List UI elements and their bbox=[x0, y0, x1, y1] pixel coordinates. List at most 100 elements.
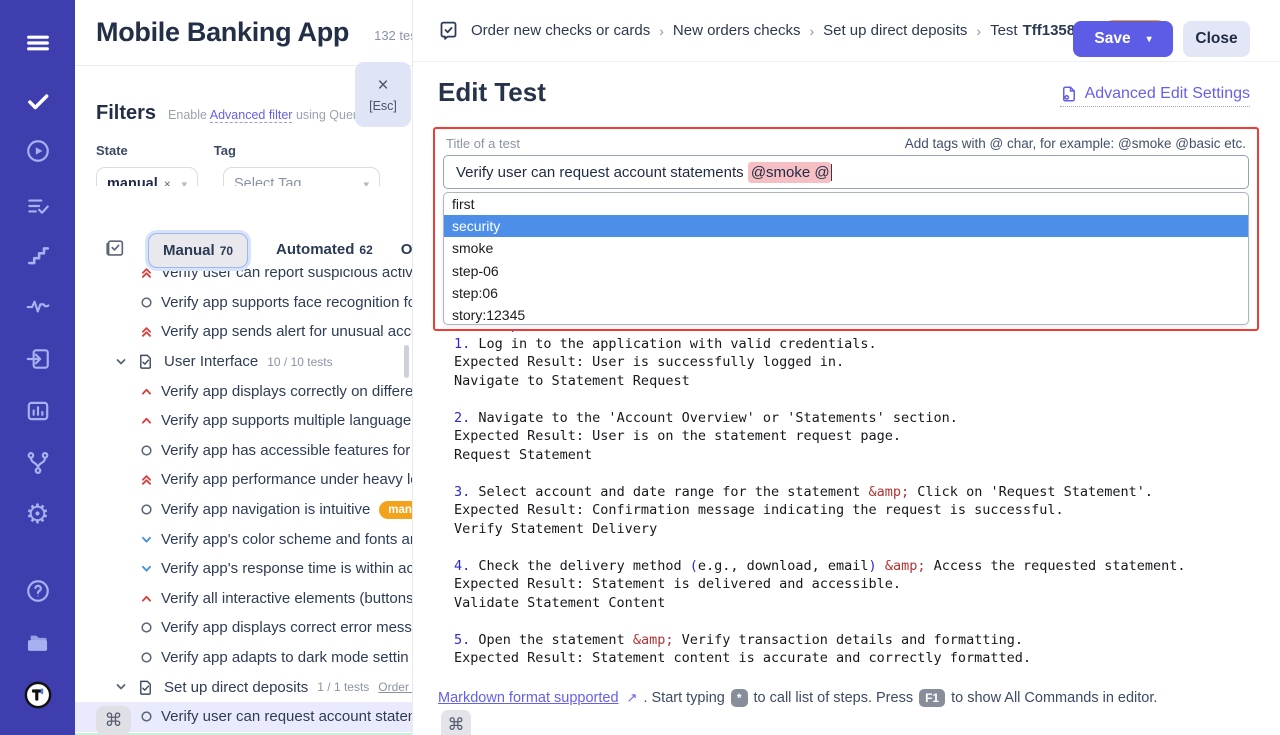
command-shortcut-badge[interactable]: ⌘ bbox=[441, 710, 471, 735]
test-row[interactable]: Verify app's response time is within ac bbox=[75, 554, 412, 584]
tabs-bar: Manual70 Automated62 Out of sync bbox=[75, 186, 412, 268]
suite-order-link[interactable]: Order ne bbox=[378, 680, 412, 694]
tab-out-of-sync[interactable]: Out of sync bbox=[401, 233, 412, 266]
project-title: Mobile Banking App bbox=[96, 17, 349, 48]
priority-critical-icon bbox=[140, 266, 153, 279]
close-drawer-tooltip: × [Esc] bbox=[355, 62, 411, 127]
priority-high-icon bbox=[140, 414, 153, 427]
editor-line: Expected Result: Confirmation message in… bbox=[454, 501, 1264, 520]
asterisk-key-badge: * bbox=[731, 689, 748, 707]
tab-manual[interactable]: Manual70 bbox=[148, 233, 248, 268]
tag-option[interactable]: security bbox=[444, 215, 1248, 237]
sign-in-icon[interactable] bbox=[24, 345, 52, 373]
report-chart-icon[interactable] bbox=[24, 397, 52, 425]
test-row[interactable]: Verify app performance under heavy lo bbox=[75, 465, 412, 495]
editor-line bbox=[454, 538, 1264, 557]
menu-icon[interactable] bbox=[24, 29, 52, 57]
filters-heading: Filters bbox=[96, 102, 156, 125]
editor-line: Verify Statement Delivery bbox=[454, 520, 1264, 539]
esc-hint: [Esc] bbox=[369, 99, 397, 113]
test-row[interactable]: Verify all interactive elements (buttons bbox=[75, 584, 412, 614]
tag-option[interactable]: story:12345 bbox=[444, 304, 1248, 325]
icon-rail: ⚙ bbox=[0, 0, 75, 735]
run-list-icon[interactable] bbox=[24, 192, 52, 220]
breadcrumb-test-label: Test bbox=[990, 22, 1018, 39]
save-dropdown-caret-icon[interactable]: ▾ bbox=[1147, 34, 1152, 45]
editor-line bbox=[454, 390, 1264, 409]
advanced-filter-link[interactable]: Advanced filter bbox=[210, 108, 293, 123]
test-row[interactable]: Verify app supports multiple language bbox=[75, 406, 412, 436]
tag-option[interactable]: step:06 bbox=[444, 282, 1248, 304]
tab-automated[interactable]: Automated62 bbox=[276, 233, 373, 266]
close-icon[interactable]: × bbox=[377, 76, 388, 95]
chevron-down-icon[interactable] bbox=[114, 680, 128, 694]
breadcrumb-separator: › bbox=[976, 23, 981, 39]
manual-badge: manual bbox=[379, 501, 412, 519]
test-row[interactable]: Verify app has accessible features for bbox=[75, 436, 412, 466]
priority-normal-icon bbox=[140, 444, 153, 457]
test-tree: Verify user can report suspicious activV… bbox=[75, 258, 412, 732]
priority-critical-icon bbox=[140, 473, 153, 486]
text-cursor bbox=[831, 164, 833, 181]
test-row[interactable]: Verify app displays correctly on differe bbox=[75, 376, 412, 406]
markdown-help-link[interactable]: Markdown format supported bbox=[438, 690, 619, 706]
folders-icon[interactable] bbox=[24, 629, 52, 657]
play-circle-icon[interactable] bbox=[24, 137, 52, 165]
tree-scrollbar[interactable] bbox=[404, 345, 409, 378]
editor-line: Expected Result: Statement is delivered … bbox=[454, 575, 1264, 594]
command-shortcut-badge[interactable]: ⌘ bbox=[96, 706, 131, 735]
gear-icon[interactable]: ⚙ bbox=[24, 500, 52, 528]
editor-line: 3. Select account and date range for the… bbox=[454, 483, 1264, 502]
breadcrumb-item[interactable]: New orders checks bbox=[673, 22, 801, 39]
editor-line: Navigate to Statement Request bbox=[454, 372, 1264, 391]
select-all-icon[interactable] bbox=[104, 238, 126, 260]
editor-line: Expected Result: User is on the statemen… bbox=[454, 427, 1264, 446]
editor-line bbox=[454, 464, 1264, 483]
priority-normal-icon bbox=[140, 651, 153, 664]
external-link-icon[interactable]: ↗ bbox=[627, 690, 638, 706]
test-row[interactable]: Verify app sends alert for unusual acco bbox=[75, 317, 412, 347]
editor-line: Expected Result: User is successfully lo… bbox=[454, 353, 1264, 372]
editor-line: Expected Result: Statement content is ac… bbox=[454, 649, 1264, 668]
test-doc-icon bbox=[438, 20, 459, 41]
test-row[interactable]: Verify app displays correct error messa bbox=[75, 613, 412, 643]
help-icon[interactable] bbox=[24, 577, 52, 605]
tag-option[interactable]: smoke bbox=[444, 237, 1248, 259]
priority-normal-icon bbox=[140, 710, 153, 723]
tag-label: Tag bbox=[214, 143, 236, 158]
steps-icon[interactable] bbox=[24, 242, 52, 270]
editor-footer: Markdown format supported ↗ . Start typi… bbox=[438, 689, 1238, 707]
priority-critical-icon bbox=[140, 325, 153, 338]
editor-line: 2. Navigate to the 'Account Overview' or… bbox=[454, 409, 1264, 428]
save-button[interactable]: Save▾ bbox=[1073, 21, 1173, 57]
tag-option[interactable]: first bbox=[444, 193, 1248, 215]
breadcrumb: Order new checks or cards › New orders che… bbox=[471, 22, 1092, 39]
pulse-icon[interactable] bbox=[24, 292, 52, 320]
suite-row[interactable]: User Interface10 / 10 tests bbox=[75, 347, 412, 377]
tests-count: 132 tests bbox=[374, 28, 412, 43]
breadcrumb-item[interactable]: Set up direct deposits bbox=[823, 22, 967, 39]
advanced-edit-settings-link[interactable]: Advanced Edit Settings bbox=[1060, 85, 1250, 107]
test-row[interactable]: Verify app adapts to dark mode settin bbox=[75, 643, 412, 673]
title-input[interactable]: Verify user can request account statemen… bbox=[443, 155, 1249, 189]
suite-counts: 1 / 1 tests bbox=[317, 680, 369, 694]
test-row[interactable]: Verify app navigation is intuitivemanual bbox=[75, 495, 412, 525]
test-row[interactable]: Verify app supports face recognition fo bbox=[75, 288, 412, 318]
test-row[interactable]: Verify app's color scheme and fonts ar bbox=[75, 524, 412, 554]
steps-editor[interactable]: ### Steps1. Log in to the application wi… bbox=[454, 316, 1264, 668]
app-logo[interactable] bbox=[24, 681, 52, 709]
breadcrumb-separator: › bbox=[809, 23, 814, 39]
suite-row[interactable]: Set up direct deposits1 / 1 testsOrder n… bbox=[75, 672, 412, 702]
priority-normal-icon bbox=[140, 621, 153, 634]
tag-option[interactable]: step-06 bbox=[444, 260, 1248, 282]
close-button[interactable]: Close bbox=[1183, 21, 1250, 57]
priority-normal-icon bbox=[140, 503, 153, 516]
chevron-down-icon[interactable] bbox=[114, 355, 128, 369]
tag-token: @smoke @ bbox=[748, 162, 831, 183]
tests-check-icon[interactable] bbox=[24, 87, 52, 115]
editor-line: 5. Open the statement &amp; Verify trans… bbox=[454, 631, 1264, 650]
breadcrumb-item[interactable]: Order new checks or cards bbox=[471, 22, 650, 39]
priority-low-icon bbox=[140, 562, 153, 575]
suite-counts: 10 / 10 tests bbox=[267, 355, 332, 369]
branch-icon[interactable] bbox=[24, 449, 52, 477]
